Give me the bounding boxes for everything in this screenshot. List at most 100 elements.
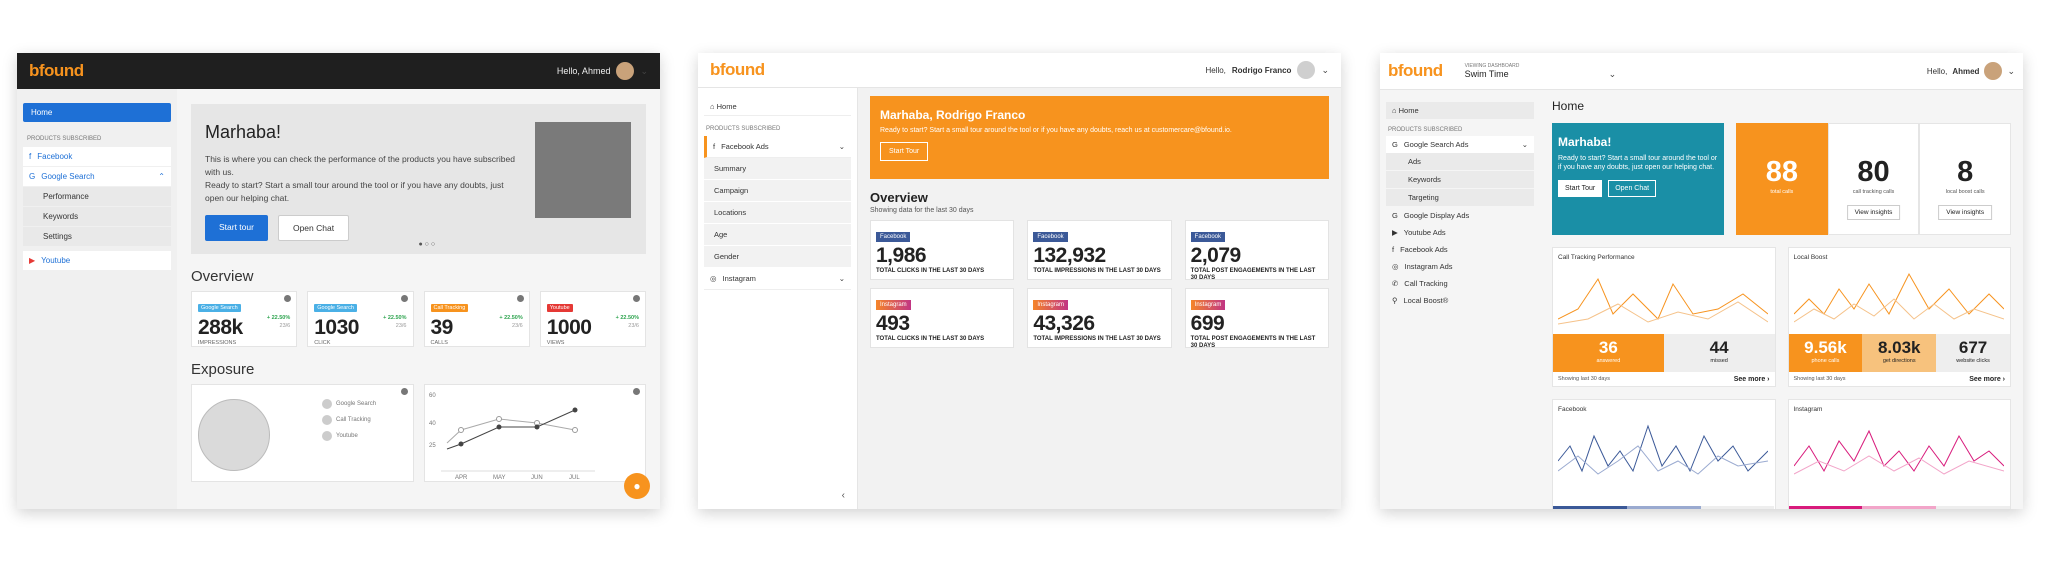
sidebar-item-ads[interactable]: Ads (1386, 153, 1534, 171)
kpi-value: 36 (1626, 506, 1701, 509)
series-line (1793, 429, 2004, 473)
sidebar-item-age[interactable]: Age (704, 224, 851, 246)
sidebar-item-settings[interactable]: Settings (23, 227, 171, 247)
info-icon[interactable] (284, 295, 292, 302)
user-menu[interactable]: Hello, Ahmed ⌄ (1927, 62, 2015, 80)
sidebar-item-google-display-ads[interactable]: G Google Display Ads (1386, 207, 1534, 224)
sidebar-item-home[interactable]: ⌂ Home (1386, 102, 1534, 119)
facebook-badge: Facebook (1190, 232, 1226, 242)
chevron-down-icon[interactable]: ⌄ (640, 66, 648, 77)
greeting-text: Hello, (1205, 65, 1226, 75)
y-tick-label: 40 (429, 421, 436, 427)
youtube-icon: ▶ (1392, 228, 1398, 237)
chevron-down-icon[interactable]: ⌄ (1609, 69, 1617, 80)
source-badge: Call Tracking (430, 304, 469, 312)
bfound-logo[interactable]: bfound (29, 61, 84, 81)
sidebar-item-youtube-ads[interactable]: ▶ Youtube Ads (1386, 224, 1534, 241)
sidebar-item-keywords[interactable]: Keywords (23, 207, 171, 227)
sidebar-item-summary[interactable]: Summary (704, 158, 851, 180)
sidebar-item-locations[interactable]: Locations (704, 202, 851, 224)
avatar[interactable] (1984, 62, 2003, 80)
view-insights-button[interactable]: View insights (1938, 205, 1993, 220)
dashboard-selector[interactable]: VIEWING DASHBOARD Swim Time ⌄ (1465, 63, 1617, 80)
sidebar-item-label: Instagram Ads (1404, 262, 1453, 271)
start-tour-button[interactable]: Start tour (205, 215, 268, 241)
x-tick-label: JUN (531, 475, 543, 481)
metric-value: 699 (1190, 312, 1225, 335)
sidebar-item-keywords[interactable]: Keywords (1386, 171, 1534, 189)
sidebar-item-instagram[interactable]: ◎ Instagram ⌄ (704, 268, 851, 290)
sidebar-item-facebook-ads[interactable]: f Facebook Ads (1386, 241, 1534, 258)
sidebar-item-instagram-ads[interactable]: ◎ Instagram Ads (1386, 258, 1534, 275)
sidebar-item-label: Local Boost® (1403, 296, 1449, 305)
user-menu[interactable]: Hello, Rodrigo Franco ⌄ (1205, 61, 1329, 79)
see-more-link[interactable]: See more › (1969, 376, 2005, 383)
bfound-logo[interactable]: bfound (1388, 61, 1443, 81)
kpi-missed: 44 missed (1663, 334, 1775, 372)
legend-item: Youtube (322, 431, 376, 441)
welcome-banner: Marhaba, Rodrigo Franco Ready to start? … (870, 96, 1329, 179)
sidebar-item-youtube[interactable]: ▶ Youtube (23, 251, 171, 271)
sidebar-item-home[interactable]: Home (23, 103, 171, 122)
carousel-dots[interactable]: ● ○ ○ (419, 241, 436, 248)
stat-label: call tracking calls (1852, 189, 1895, 195)
info-icon[interactable] (516, 295, 524, 302)
kpi-label: missed (1710, 358, 1728, 364)
info-icon[interactable] (633, 388, 640, 395)
exposure-line-panel: 60 40 25 APR MAY JUN JUL (424, 384, 646, 482)
user-menu[interactable]: Hello, Ahmed ⌄ (557, 62, 648, 80)
info-icon[interactable] (400, 295, 408, 302)
overview-title: Overview (870, 190, 928, 205)
avatar[interactable] (1297, 61, 1316, 79)
chevron-down-icon[interactable]: ⌄ (839, 142, 845, 151)
facebook-icon: f (1392, 245, 1395, 254)
sidebar-item-targeting[interactable]: Targeting (1386, 189, 1534, 207)
sidebar-item-local-boost[interactable]: ⚲ Local Boost® (1386, 292, 1534, 309)
youtube-icon: ▶ (29, 256, 36, 265)
start-tour-button[interactable]: Start Tour (880, 142, 929, 161)
overview-subtitle: Showing data for the last 30 days (870, 207, 974, 214)
legend-swatch (322, 399, 332, 409)
chevron-down-icon[interactable]: ⌄ (839, 274, 845, 283)
sidebar-item-call-tracking[interactable]: ✆ Call Tracking (1386, 275, 1534, 292)
facebook-panel: Facebook 80 36 44 (1552, 399, 1776, 509)
top-bar: bfound VIEWING DASHBOARD Swim Time ⌄ Hell… (1380, 53, 2023, 90)
see-more-link[interactable]: See more › (1734, 376, 1770, 383)
sidebar-item-label: Youtube (41, 256, 71, 265)
bfound-logo[interactable]: bfound (710, 60, 765, 80)
source-badge: Google Search (314, 304, 357, 312)
kpi-row: 36 answered 44 missed (1553, 334, 1775, 372)
chevron-down-icon[interactable]: ⌄ (2007, 66, 2015, 77)
chevron-down-icon[interactable]: ⌄ (1522, 140, 1528, 149)
sidebar-item-gender[interactable]: Gender (704, 246, 851, 268)
banner-text: Ready to start? Start a small tour aroun… (880, 127, 1232, 134)
sidebar-item-performance[interactable]: Performance (23, 187, 171, 207)
metric-label: TOTAL POST ENGAGEMENTS IN THE LAST 30 DA… (1190, 336, 1316, 349)
welcome-text: Ready to start? Start a small tour aroun… (1558, 155, 1718, 171)
sidebar-item-facebook-ads[interactable]: f Facebook Ads ⌄ (704, 136, 851, 158)
metric-card: Instagram 493 TOTAL CLICKS IN THE LAST 30 … (870, 288, 1015, 348)
kpi-label: get directions (1882, 358, 1916, 364)
chevron-up-icon[interactable]: ⌃ (158, 172, 165, 181)
panel-footer: Showing last 30 days See more › (1794, 376, 2006, 383)
collapse-sidebar-icon[interactable]: ‹ (842, 490, 845, 501)
view-insights-button[interactable]: View insights (1846, 205, 1901, 220)
start-tour-button[interactable]: Start Tour (1558, 180, 1603, 197)
info-icon[interactable] (633, 295, 640, 302)
sidebar-item-campaign[interactable]: Campaign (704, 180, 851, 202)
open-chat-button[interactable]: Open Chat (1608, 180, 1657, 197)
sidebar-item-home[interactable]: ⌂ Home (704, 98, 851, 116)
chevron-down-icon[interactable]: ⌄ (1321, 65, 1329, 76)
x-tick-label: MAY (493, 475, 506, 481)
sidebar-item-label: Youtube Ads (1403, 228, 1446, 237)
data-point (572, 427, 578, 433)
info-icon[interactable] (401, 388, 408, 395)
chat-bubble-icon[interactable]: ● (624, 473, 650, 499)
sidebar-item-facebook[interactable]: f Facebook (23, 147, 171, 167)
sidebar-item-google-search-ads[interactable]: G Google Search Ads ⌄ (1386, 136, 1534, 153)
avatar[interactable] (616, 62, 635, 80)
legend-swatch (322, 415, 332, 425)
sidebar-item-google-search[interactable]: G Google Search ⌃ (23, 167, 171, 187)
sidebar-item-label: Facebook (37, 152, 73, 161)
open-chat-button[interactable]: Open Chat (277, 215, 350, 241)
